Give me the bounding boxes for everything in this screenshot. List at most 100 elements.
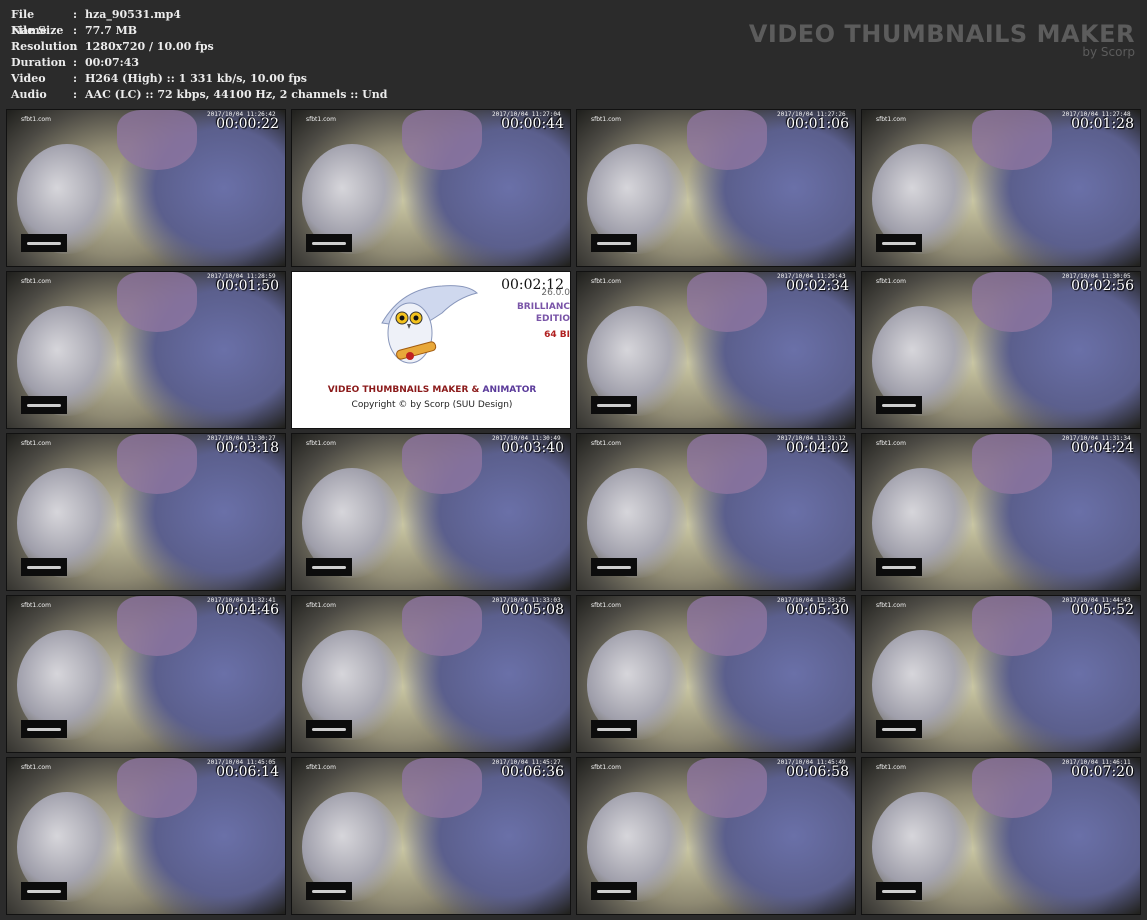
site-watermark: sfbt1.com [591, 116, 621, 123]
video-thumbnail[interactable]: 2017/10/04 11:45:27 sfbt1.com 00:06:36 [291, 757, 571, 915]
camera-logo-icon [21, 558, 67, 576]
video-thumbnail[interactable]: 2017/10/04 11:29:43 sfbt1.com 00:02:34 [576, 271, 856, 429]
info-value: AAC (LC) :: 72 kbps, 44100 Hz, 2 channel… [85, 88, 388, 101]
info-separator: : [73, 24, 78, 37]
info-label: Duration [11, 56, 67, 69]
camera-logo-icon [21, 720, 67, 738]
video-thumbnail[interactable]: 00:02:12 26.0.0 BRILLIANC EDITIO 64 BI V… [291, 271, 571, 429]
video-thumbnail[interactable]: 2017/10/04 11:32:41 sfbt1.com 00:04:46 [6, 595, 286, 753]
site-watermark: sfbt1.com [591, 440, 621, 447]
site-watermark: sfbt1.com [21, 440, 51, 447]
promo-edition-line2: EDITIO [535, 314, 570, 324]
info-row: Audio: AAC (LC) :: 72 kbps, 44100 Hz, 2 c… [11, 87, 387, 103]
timestamp: 00:00:22 [216, 116, 279, 132]
video-thumbnail[interactable]: 2017/10/04 11:31:34 sfbt1.com 00:04:24 [861, 433, 1141, 591]
info-row: File Size:77.7 MB [11, 23, 387, 39]
site-watermark: sfbt1.com [306, 116, 336, 123]
thumbnail-grid: 2017/10/04 11:26:42 sfbt1.com 00:00:22 2… [6, 109, 1146, 919]
promo-edition-line1: BRILLIANC [516, 302, 570, 312]
video-thumbnail[interactable]: 2017/10/04 11:30:49 sfbt1.com 00:03:40 [291, 433, 571, 591]
promo-copyright: Copyright © by Scorp (SUU Design) [351, 400, 513, 410]
site-watermark: sfbt1.com [21, 602, 51, 609]
video-thumbnail[interactable]: 2017/10/04 11:28:59 sfbt1.com 00:01:50 [6, 271, 286, 429]
camera-logo-icon [876, 234, 922, 252]
timestamp: 00:02:34 [786, 278, 849, 294]
video-thumbnail[interactable]: 2017/10/04 11:27:48 sfbt1.com 00:01:28 [861, 109, 1141, 267]
video-thumbnail[interactable]: 2017/10/04 11:30:05 sfbt1.com 00:02:56 [861, 271, 1141, 429]
video-thumbnail[interactable]: 2017/10/04 11:45:05 sfbt1.com 00:06:14 [6, 757, 286, 915]
video-thumbnail[interactable]: 2017/10/04 11:46:11 sfbt1.com 00:07:20 [861, 757, 1141, 915]
timestamp: 00:01:06 [786, 116, 849, 132]
info-value: 00:07:43 [85, 56, 140, 69]
video-thumbnail[interactable]: 2017/10/04 11:27:26 sfbt1.com 00:01:06 [576, 109, 856, 267]
site-watermark: sfbt1.com [21, 278, 51, 285]
site-watermark: sfbt1.com [591, 764, 621, 771]
camera-logo-icon [21, 882, 67, 900]
video-thumbnail[interactable]: 2017/10/04 11:33:03 sfbt1.com 00:05:08 [291, 595, 571, 753]
camera-logo-icon [306, 720, 352, 738]
info-value: hza_90531.mp4 [85, 8, 181, 21]
site-watermark: sfbt1.com [591, 602, 621, 609]
info-label: File Name [11, 8, 47, 37]
info-row: Duration:00:07:43 [11, 55, 387, 71]
timestamp: 00:06:14 [216, 764, 279, 780]
timestamp: 00:03:18 [216, 440, 279, 456]
camera-logo-icon [876, 396, 922, 414]
timestamp: 00:02:56 [1071, 278, 1134, 294]
timestamp: 00:04:02 [786, 440, 849, 456]
owl-logo-icon [381, 285, 479, 364]
info-row: Resolution:1280x720 / 10.00 fps [11, 39, 387, 55]
info-row: Video: H264 (High) :: 1 331 kb/s, 10.00 f… [11, 71, 387, 87]
promo-bits: 64 BI [544, 330, 570, 340]
site-watermark: sfbt1.com [21, 116, 51, 123]
site-watermark: sfbt1.com [306, 440, 336, 447]
video-thumbnail[interactable]: 2017/10/04 11:31:12 sfbt1.com 00:04:02 [576, 433, 856, 591]
promo-title-part2: ANIMATOR [482, 385, 537, 395]
site-watermark: sfbt1.com [876, 440, 906, 447]
brand-title: VIDEO THUMBNAILS MAKER [748, 20, 1135, 48]
camera-logo-icon [876, 882, 922, 900]
info-label: Video [11, 72, 46, 85]
timestamp: 00:07:20 [1071, 764, 1134, 780]
site-watermark: sfbt1.com [876, 278, 906, 285]
site-watermark: sfbt1.com [876, 602, 906, 609]
camera-logo-icon [876, 720, 922, 738]
camera-logo-icon [306, 558, 352, 576]
site-watermark: sfbt1.com [876, 764, 906, 771]
camera-logo-icon [591, 558, 637, 576]
promo-version: 26.0.0 [541, 288, 570, 298]
timestamp: 00:05:52 [1071, 602, 1134, 618]
info-label: File Size [11, 24, 64, 37]
promo-title-part1: VIDEO THUMBNAILS MAKER [327, 385, 469, 395]
info-separator: : [73, 56, 78, 69]
info-label: Audio [11, 88, 47, 101]
timestamp: 00:05:30 [786, 602, 849, 618]
timestamp: 00:04:46 [216, 602, 279, 618]
brand: VIDEO THUMBNAILS MAKER by Scorp [749, 20, 1135, 59]
camera-logo-icon [591, 234, 637, 252]
info-row: File Name: hza_90531.mp4 [11, 7, 387, 37]
timestamp: 00:00:44 [501, 116, 564, 132]
header: File Name: hza_90531.mp4 File Size:77.7 MB… [0, 0, 1147, 108]
info-value: H264 (High) :: 1 331 kb/s, 10.00 fps [85, 72, 307, 85]
timestamp: 00:06:36 [501, 764, 564, 780]
file-info: File Name: hza_90531.mp4 File Size:77.7 MB… [11, 7, 387, 103]
info-separator: : [73, 40, 78, 53]
timestamp: 00:04:24 [1071, 440, 1134, 456]
info-separator: : [73, 88, 78, 101]
info-separator: : [73, 8, 78, 21]
video-thumbnail[interactable]: 2017/10/04 11:45:49 sfbt1.com 00:06:58 [576, 757, 856, 915]
timestamp: 00:01:50 [216, 278, 279, 294]
camera-logo-icon [876, 558, 922, 576]
video-thumbnail[interactable]: 2017/10/04 11:26:42 sfbt1.com 00:00:22 [6, 109, 286, 267]
site-watermark: sfbt1.com [306, 602, 336, 609]
info-separator: : [73, 72, 78, 85]
site-watermark: sfbt1.com [591, 278, 621, 285]
info-value: 1280x720 / 10.00 fps [85, 40, 214, 53]
video-thumbnail[interactable]: 2017/10/04 11:27:04 sfbt1.com 00:00:44 [291, 109, 571, 267]
site-watermark: sfbt1.com [21, 764, 51, 771]
video-thumbnail[interactable]: 2017/10/04 11:33:25 sfbt1.com 00:05:30 [576, 595, 856, 753]
camera-logo-icon [591, 720, 637, 738]
video-thumbnail[interactable]: 2017/10/04 11:30:27 sfbt1.com 00:03:18 [6, 433, 286, 591]
video-thumbnail[interactable]: 2017/10/04 11:44:43 sfbt1.com 00:05:52 [861, 595, 1141, 753]
